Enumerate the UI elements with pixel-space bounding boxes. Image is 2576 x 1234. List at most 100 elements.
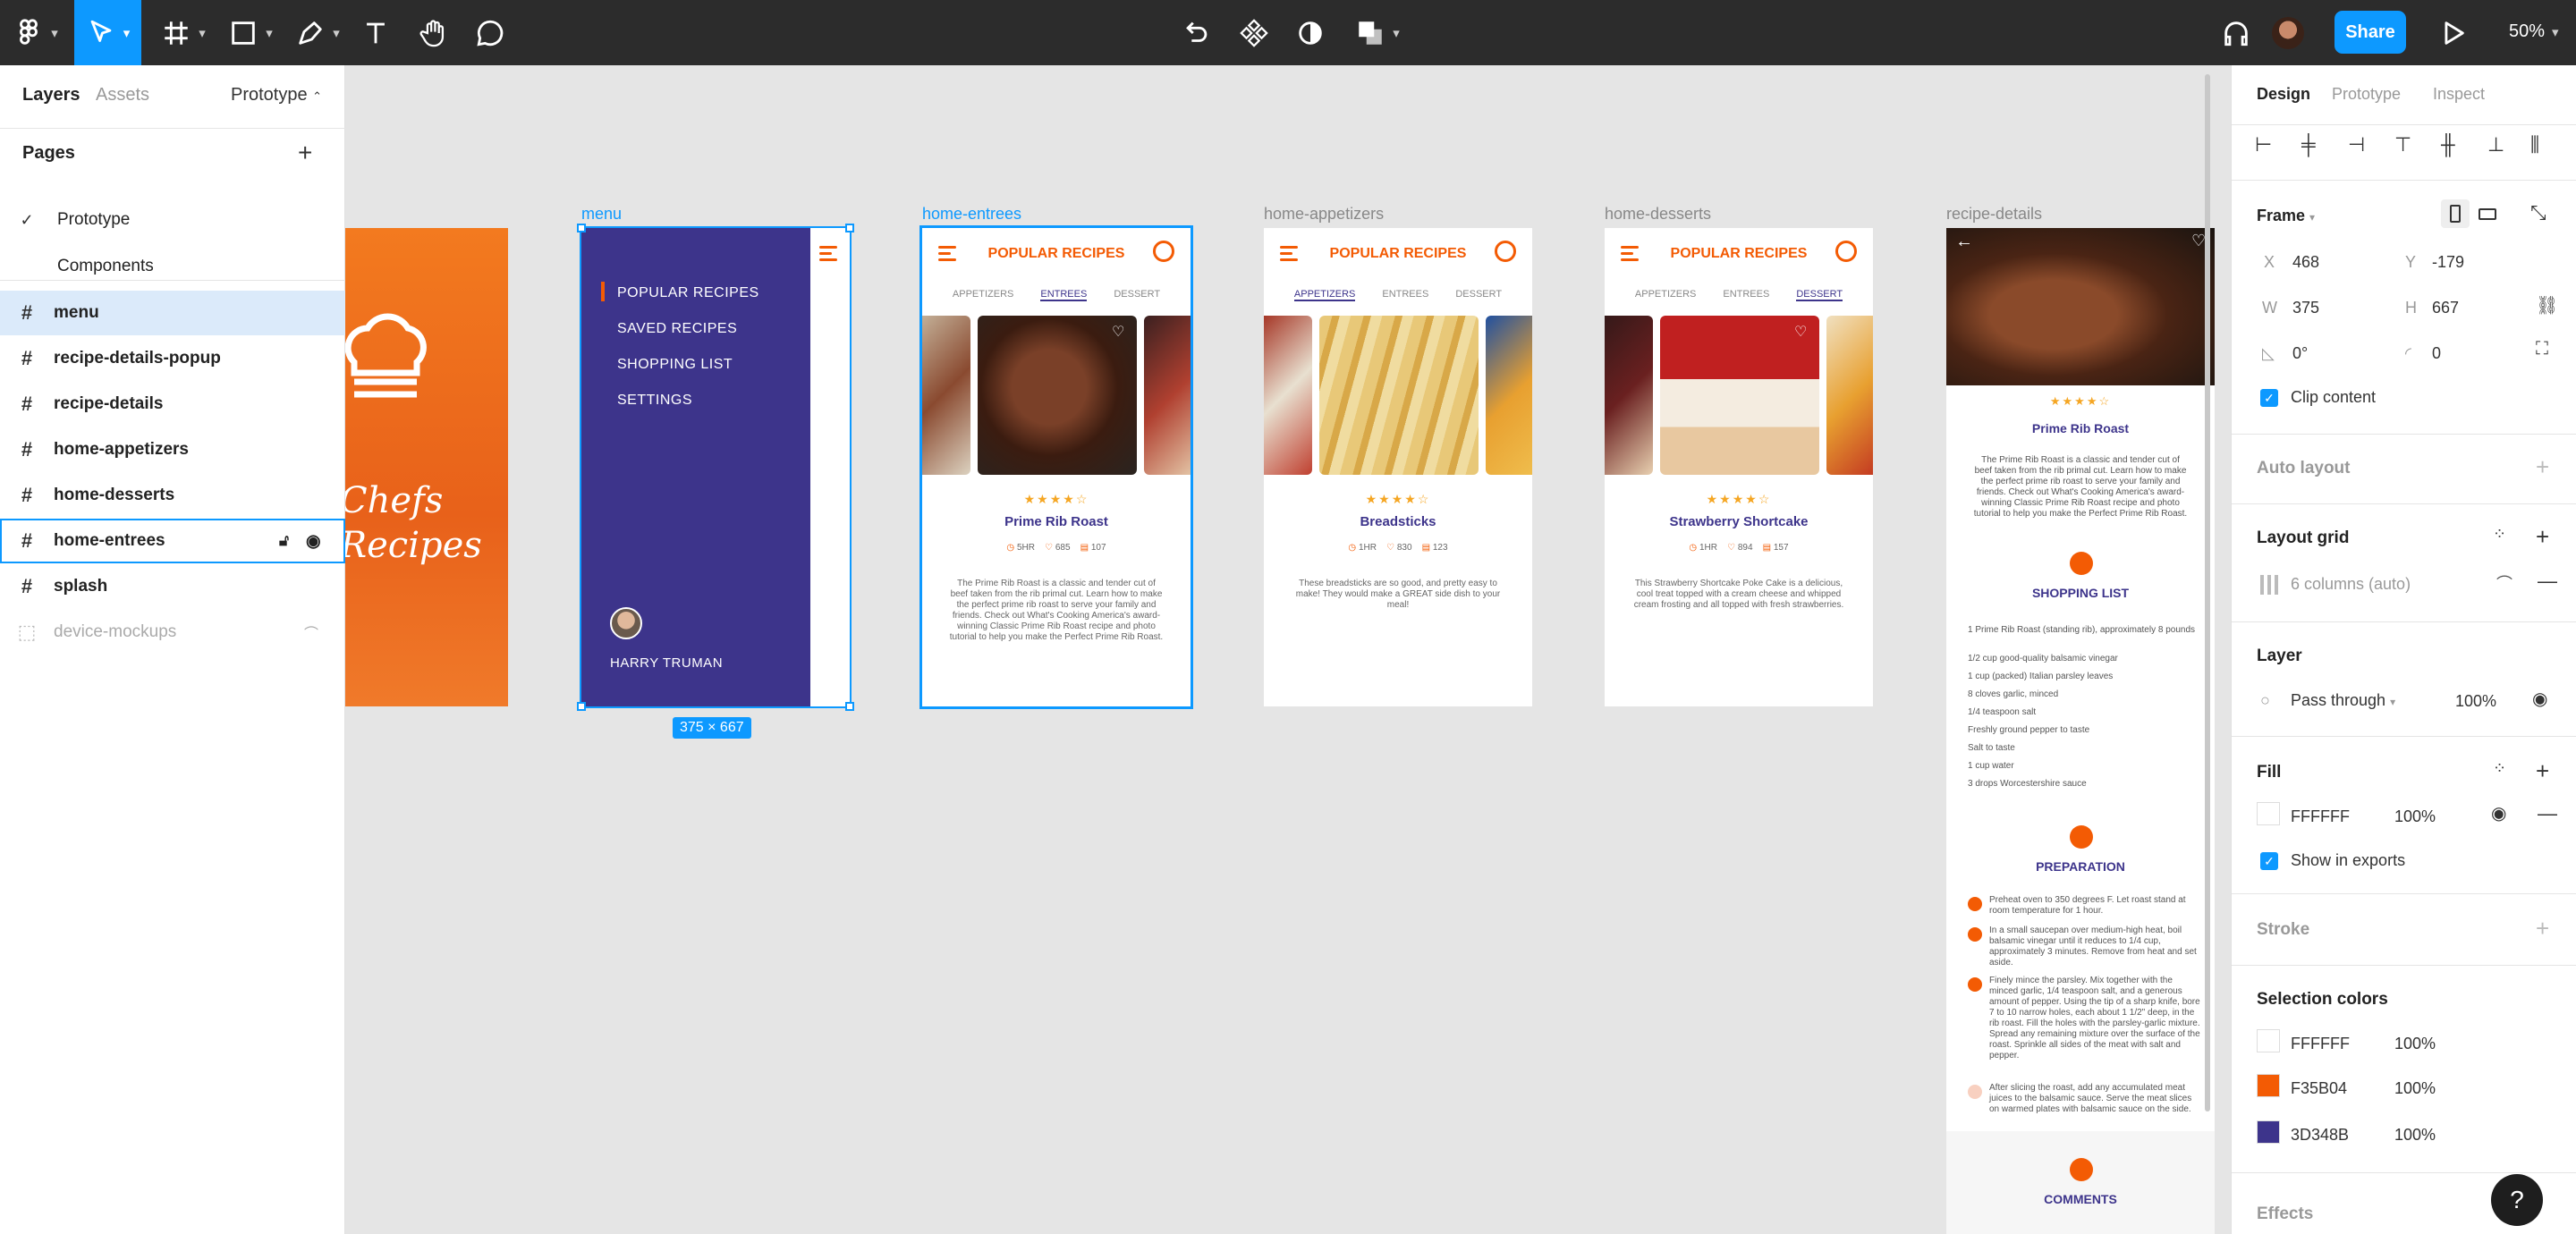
- selection-color-hex[interactable]: 3D348B: [2291, 1126, 2349, 1145]
- menu-item-settings[interactable]: SETTINGS: [617, 393, 692, 409]
- resize-handle[interactable]: [577, 702, 586, 711]
- menu-item-shopping[interactable]: SHOPPING LIST: [617, 357, 733, 373]
- landscape-icon[interactable]: [2479, 208, 2496, 220]
- recipe-details-frame[interactable]: ← ♡ ★★★★☆ Prime Rib Roast The Prime Rib …: [1946, 228, 2215, 1234]
- remove-fill-icon[interactable]: —: [2538, 802, 2557, 825]
- clip-content-checkbox[interactable]: ✓: [2260, 389, 2278, 407]
- tab-appetizers[interactable]: APPETIZERS: [1293, 289, 1356, 301]
- selection-color-opacity[interactable]: 100%: [2394, 1035, 2436, 1053]
- resize-handle[interactable]: [845, 702, 854, 711]
- tab-inspect[interactable]: Inspect: [2433, 85, 2485, 104]
- comment-tool-button[interactable]: [472, 0, 508, 65]
- boolean-button[interactable]: ▾: [1351, 0, 1404, 65]
- mask-button[interactable]: [1292, 0, 1328, 65]
- selection-color-swatch[interactable]: [2257, 1074, 2280, 1097]
- corner-radius-input[interactable]: 0: [2432, 344, 2441, 363]
- canvas[interactable]: Chefs Recipes menu home-entrees home-appe…: [345, 65, 2215, 1234]
- unlock-icon[interactable]: 🔓︎: [279, 532, 289, 550]
- share-button[interactable]: Share: [2334, 11, 2406, 54]
- layer-home-desserts[interactable]: # home-desserts: [0, 473, 345, 518]
- page-item-prototype[interactable]: ✓ Prototype: [0, 198, 345, 242]
- selection-color-opacity[interactable]: 100%: [2394, 1079, 2436, 1098]
- align-top-icon[interactable]: ⊤: [2394, 133, 2411, 156]
- portrait-button[interactable]: [2441, 199, 2470, 228]
- component-swap-button[interactable]: [1179, 0, 1215, 65]
- align-center-h-icon[interactable]: ╪: [2301, 133, 2316, 156]
- search-icon[interactable]: [1153, 241, 1174, 262]
- tab-dessert[interactable]: DESSERT: [1796, 289, 1843, 301]
- page-item-components[interactable]: Components: [0, 244, 345, 289]
- page-mode-menu[interactable]: Prototype ⌃: [231, 85, 322, 106]
- selection-color-hex[interactable]: FFFFFF: [2291, 1035, 2350, 1053]
- blend-mode-select[interactable]: Pass through ▾: [2291, 691, 2395, 710]
- add-grid-icon[interactable]: +: [2536, 523, 2549, 551]
- tab-entrees[interactable]: ENTREES: [1382, 289, 1428, 301]
- grid-columns-icon[interactable]: [2260, 575, 2282, 595]
- selection-color-hex[interactable]: F35B04: [2291, 1079, 2347, 1098]
- present-button[interactable]: [2435, 0, 2470, 65]
- move-tool-button[interactable]: ▾: [74, 0, 141, 65]
- eye-icon[interactable]: ◉: [2491, 802, 2506, 824]
- help-button[interactable]: ?: [2491, 1174, 2543, 1226]
- height-input[interactable]: 667: [2432, 299, 2459, 317]
- frame-label-recipe-details[interactable]: recipe-details: [1946, 205, 2042, 224]
- tab-dessert[interactable]: DESSERT: [1455, 289, 1502, 301]
- heart-icon[interactable]: ♡: [2191, 232, 2206, 250]
- layer-home-appetizers[interactable]: # home-appetizers: [0, 427, 345, 472]
- width-input[interactable]: 375: [2292, 299, 2319, 317]
- y-input[interactable]: -179: [2432, 253, 2464, 272]
- back-arrow-icon[interactable]: ←: [1955, 232, 1973, 252]
- splash-frame[interactable]: Chefs Recipes: [345, 228, 508, 706]
- layer-home-entrees[interactable]: # home-entrees 🔓︎ ◉: [0, 519, 345, 563]
- component-button[interactable]: [1236, 0, 1272, 65]
- frame-preset-menu[interactable]: Frame ▾: [2257, 207, 2315, 225]
- shape-tool-button[interactable]: ▾: [224, 0, 277, 65]
- fill-styles-icon[interactable]: ⁘: [2493, 759, 2506, 778]
- tab-design[interactable]: Design: [2257, 85, 2310, 104]
- layer-splash[interactable]: # splash: [0, 564, 345, 609]
- show-in-exports-checkbox[interactable]: ✓: [2260, 852, 2278, 870]
- x-input[interactable]: 468: [2292, 253, 2319, 272]
- remove-grid-icon[interactable]: —: [2538, 570, 2557, 593]
- add-auto-layout-icon[interactable]: +: [2536, 453, 2549, 481]
- tab-appetizers[interactable]: APPETIZERS: [1635, 289, 1696, 301]
- layer-opacity-input[interactable]: 100%: [2455, 692, 2496, 711]
- tab-dessert[interactable]: DESSERT: [1114, 289, 1160, 301]
- frame-label-menu[interactable]: menu: [581, 205, 622, 224]
- hand-tool-button[interactable]: [416, 0, 452, 65]
- zoom-menu[interactable]: 50% ▾: [2509, 21, 2559, 42]
- fill-hex-input[interactable]: FFFFFF: [2291, 807, 2350, 826]
- frame-label-home-entrees[interactable]: home-entrees: [922, 205, 1021, 224]
- home-desserts-frame[interactable]: POPULAR RECIPES APPETIZERS ENTREES DESSERT…: [1605, 228, 1873, 706]
- add-page-icon[interactable]: +: [298, 139, 312, 167]
- distribute-icon[interactable]: ⫼: [2530, 133, 2539, 156]
- fill-color-swatch[interactable]: [2257, 802, 2280, 825]
- search-icon[interactable]: [1835, 241, 1857, 262]
- tab-entrees[interactable]: ENTREES: [1723, 289, 1769, 301]
- tab-appetizers[interactable]: APPETIZERS: [953, 289, 1013, 301]
- rotation-input[interactable]: 0°: [2292, 344, 2308, 363]
- recipe-carousel[interactable]: [1264, 316, 1532, 475]
- grid-styles-icon[interactable]: ⁘: [2493, 525, 2506, 544]
- selection-color-opacity[interactable]: 100%: [2394, 1126, 2436, 1145]
- align-right-icon[interactable]: ⊣: [2348, 133, 2365, 156]
- frame-label-home-appetizers[interactable]: home-appetizers: [1264, 205, 1384, 224]
- align-middle-v-icon[interactable]: ╫: [2441, 133, 2455, 156]
- hamburger-icon[interactable]: [819, 246, 837, 265]
- layer-menu[interactable]: # menu: [0, 291, 345, 335]
- menu-frame[interactable]: POPULAR RECIPES SAVED RECIPES SHOPPING L…: [577, 224, 854, 739]
- pen-tool-button[interactable]: ▾: [291, 0, 344, 65]
- search-icon[interactable]: [1495, 241, 1516, 262]
- menu-item-saved[interactable]: SAVED RECIPES: [617, 321, 737, 337]
- recipe-carousel[interactable]: ♡: [1605, 316, 1873, 475]
- tab-assets[interactable]: Assets: [96, 85, 149, 106]
- resize-handle[interactable]: [577, 224, 586, 232]
- grid-value[interactable]: 6 columns (auto): [2291, 575, 2411, 594]
- add-fill-icon[interactable]: +: [2536, 757, 2549, 785]
- home-appetizers-frame[interactable]: POPULAR RECIPES APPETIZERS ENTREES DESSERT…: [1264, 228, 1532, 706]
- selection-color-swatch[interactable]: [2257, 1029, 2280, 1052]
- frame-tool-button[interactable]: ▾: [157, 0, 210, 65]
- menu-item-popular[interactable]: POPULAR RECIPES: [617, 285, 759, 301]
- resize-to-fit-icon[interactable]: ⤡: [2530, 201, 2546, 224]
- hidden-eye-icon[interactable]: ⌒: [2496, 571, 2512, 595]
